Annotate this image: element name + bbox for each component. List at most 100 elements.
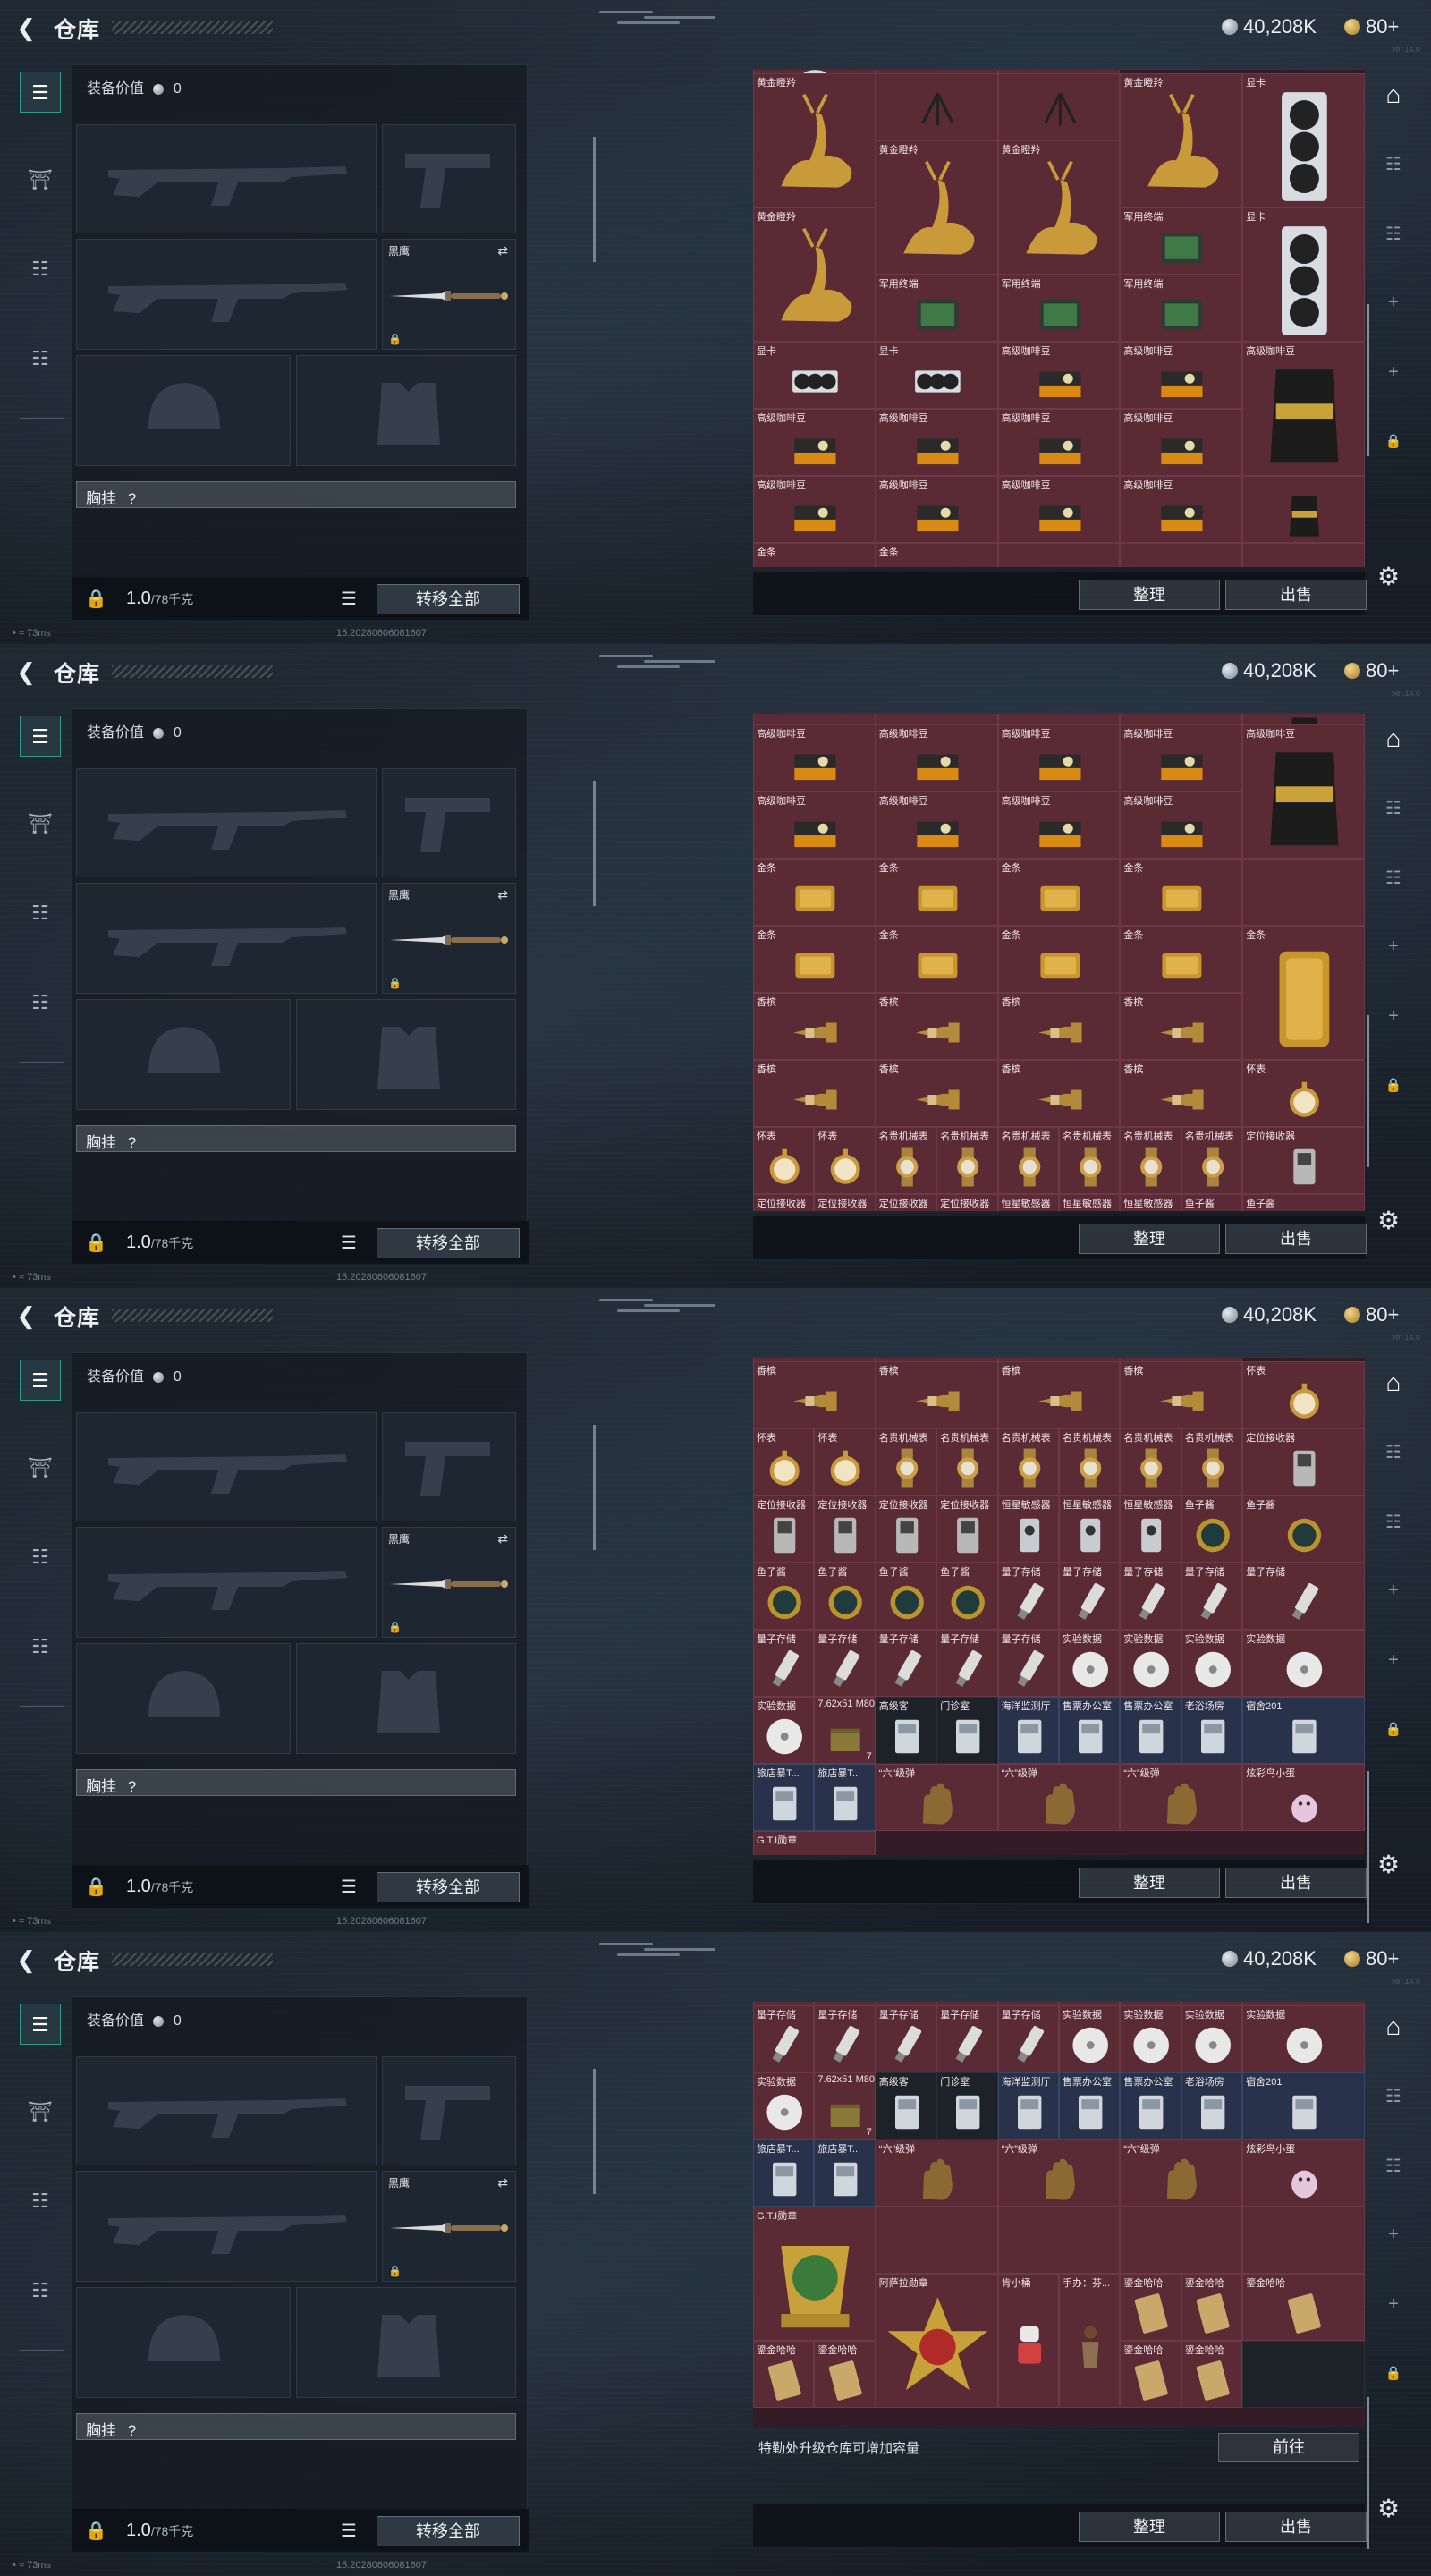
second-primary-slot[interactable] [76,239,377,350]
inventory-item[interactable]: 金条 [1120,925,1243,993]
storage-tab-1[interactable]: ☷ [1376,1435,1411,1470]
inventory-item[interactable]: 高级咖啡豆 [997,476,1121,543]
inventory-item[interactable]: 金条 [753,858,876,926]
inventory-item[interactable]: 香槟 [875,1059,998,1127]
inventory-item[interactable]: 定位接收器 [1242,1428,1365,1496]
sell-button[interactable]: 出售 [1225,580,1367,610]
add-storage-icon[interactable]: + [1376,284,1411,320]
inventory-item[interactable]: 量子存储 [1059,1563,1121,1630]
inventory-item[interactable]: 恒星敏感器 [1120,1496,1181,1563]
loadout-scrollbar[interactable] [593,2069,596,2194]
inventory-item[interactable]: 量子存储 [814,2005,876,2072]
chest-rig-slot[interactable]: 胸挂 ? [76,1769,516,1796]
inventory-item[interactable]: 定位接收器 [814,1193,876,1211]
inventory-item[interactable]: 怀表 [753,1428,815,1496]
storage-tab-2[interactable]: ☷ [1376,216,1411,252]
inventory-item[interactable]: 量子存储 [1242,1563,1365,1630]
secondary-weapon-slot[interactable] [382,2056,516,2165]
add-storage-icon[interactable]: + [1376,1572,1411,1608]
inventory-item[interactable] [1120,2207,1243,2274]
inventory-item[interactable]: 售票办公室 [1059,2072,1121,2140]
lock-icon[interactable]: 🔒 [85,2520,107,2542]
inventory-item[interactable]: 量子存储 [997,2005,1059,2072]
swap-icon[interactable]: ⇄ [497,243,508,258]
inventory-item[interactable]: 香槟 [753,992,876,1060]
second-primary-slot[interactable] [76,1527,377,1638]
warehouse-icon[interactable]: ⌂ [1376,2009,1411,2045]
inventory-item[interactable]: 实验数据 [753,1697,815,1764]
help-icon[interactable]: ? [128,1134,136,1151]
clipboard-icon[interactable]: ☷ [20,249,61,290]
inventory-item[interactable]: 量子存储 [1181,1563,1243,1630]
help-icon[interactable]: ? [128,1778,136,1795]
primary-weapon-slot[interactable] [76,768,377,877]
inventory-item[interactable]: 定位接收器 [875,1496,937,1563]
inventory-item[interactable]: 门诊室 [936,2072,998,2140]
inventory-item[interactable]: 量子存储 [875,1630,937,1697]
briefcase-icon[interactable]: ☷ [20,982,61,1023]
inventory-item[interactable] [997,73,1121,140]
warehouse-scrollbar[interactable] [1367,1771,1369,1923]
back-chevron-icon[interactable]: ❮ [13,1302,39,1329]
inventory-item[interactable] [875,73,998,140]
inventory-item[interactable]: 显卡 [1242,73,1365,208]
inventory-item[interactable]: 阿萨拉勋章 [875,2274,998,2408]
inventory-item[interactable]: 黄金瞪羚 [753,208,876,342]
vest-icon[interactable]: ⛩ [20,2091,61,2132]
sort-button[interactable]: 整理 [1079,2512,1220,2542]
gear-icon[interactable]: ⚙ [1377,1206,1400,1235]
helmet-slot[interactable] [76,999,291,1110]
inventory-item[interactable]: 金条 [875,925,998,993]
inventory-item[interactable]: 量子存储 [753,1630,815,1697]
inventory-item[interactable]: 恒星敏感器 [997,1496,1059,1563]
silver-balance[interactable]: 40,208K [1222,15,1317,38]
chest-rig-slot[interactable]: 胸挂 ? [76,1125,516,1152]
armor-slot[interactable] [296,2287,516,2398]
inventory-item[interactable] [1242,858,1365,926]
sell-button[interactable]: 出售 [1225,1224,1367,1254]
briefcase-icon[interactable]: ☷ [20,338,61,379]
goto-button[interactable]: 前往 [1218,2433,1359,2462]
storage-tab-2[interactable]: ☷ [1376,1504,1411,1540]
inventory-item[interactable]: 香槟 [875,1361,998,1428]
list-icon[interactable]: ☰ [341,1876,357,1898]
sell-button[interactable]: 出售 [1225,1868,1367,1898]
list-icon[interactable]: ☰ [341,1232,357,1254]
inventory-item[interactable]: 金条 [997,858,1121,926]
inventory-item[interactable]: “六”级弹 [875,2140,998,2207]
inventory-item[interactable]: 门诊室 [936,1697,998,1764]
inventory-item[interactable]: 实验数据 [1120,1630,1181,1697]
inventory-item[interactable]: 名贵机械表 [936,1428,998,1496]
warehouse-scrollbar[interactable] [1367,1015,1369,1167]
inventory-item[interactable]: 高级咖啡豆 [1242,342,1365,476]
helmet-slot[interactable] [76,355,291,466]
inventory-item[interactable]: 鎏金哈哈 [1120,2274,1181,2341]
inventory-item[interactable]: 显卡 [753,342,876,409]
add-storage-icon[interactable]: + [1376,2216,1411,2252]
inventory-item[interactable]: 实验数据 [1181,1630,1243,1697]
secondary-weapon-slot[interactable] [382,124,516,233]
helmet-slot[interactable] [76,2287,291,2398]
inventory-item[interactable]: 黄金瞪羚 [875,140,998,275]
inventory-item[interactable]: “六”级弹 [1120,2140,1243,2207]
inventory-item[interactable]: 实验数据 [1059,2005,1121,2072]
lock-icon[interactable]: 🔒 [85,588,107,610]
inventory-item[interactable]: 名贵机械表 [1181,1126,1243,1194]
help-icon[interactable]: ? [128,490,136,507]
inventory-item[interactable]: 售票办公室 [1120,1697,1181,1764]
warehouse-scrollbar[interactable] [1367,2397,1369,2549]
add-storage-icon[interactable]: + [1376,2286,1411,2322]
briefcase-icon[interactable]: ☷ [20,2270,61,2311]
melee-slot[interactable]: 黑鹰 ⇄ 🔒 [382,883,516,994]
empty-slot[interactable] [1242,2341,1365,2408]
inventory-item[interactable]: 名贵机械表 [1181,1428,1243,1496]
inventory-item[interactable] [1120,543,1243,567]
help-icon[interactable]: ? [128,2422,136,2439]
inventory-item[interactable]: 量子存储 [1120,1563,1181,1630]
inventory-item[interactable]: 香槟 [1120,992,1243,1060]
gun-icon[interactable]: ☰ [20,1360,61,1401]
vest-icon[interactable]: ⛩ [20,803,61,844]
inventory-item[interactable]: 旅店暴T... [753,1764,815,1831]
vest-icon[interactable]: ⛩ [20,1447,61,1488]
back-chevron-icon[interactable]: ❮ [13,14,39,41]
